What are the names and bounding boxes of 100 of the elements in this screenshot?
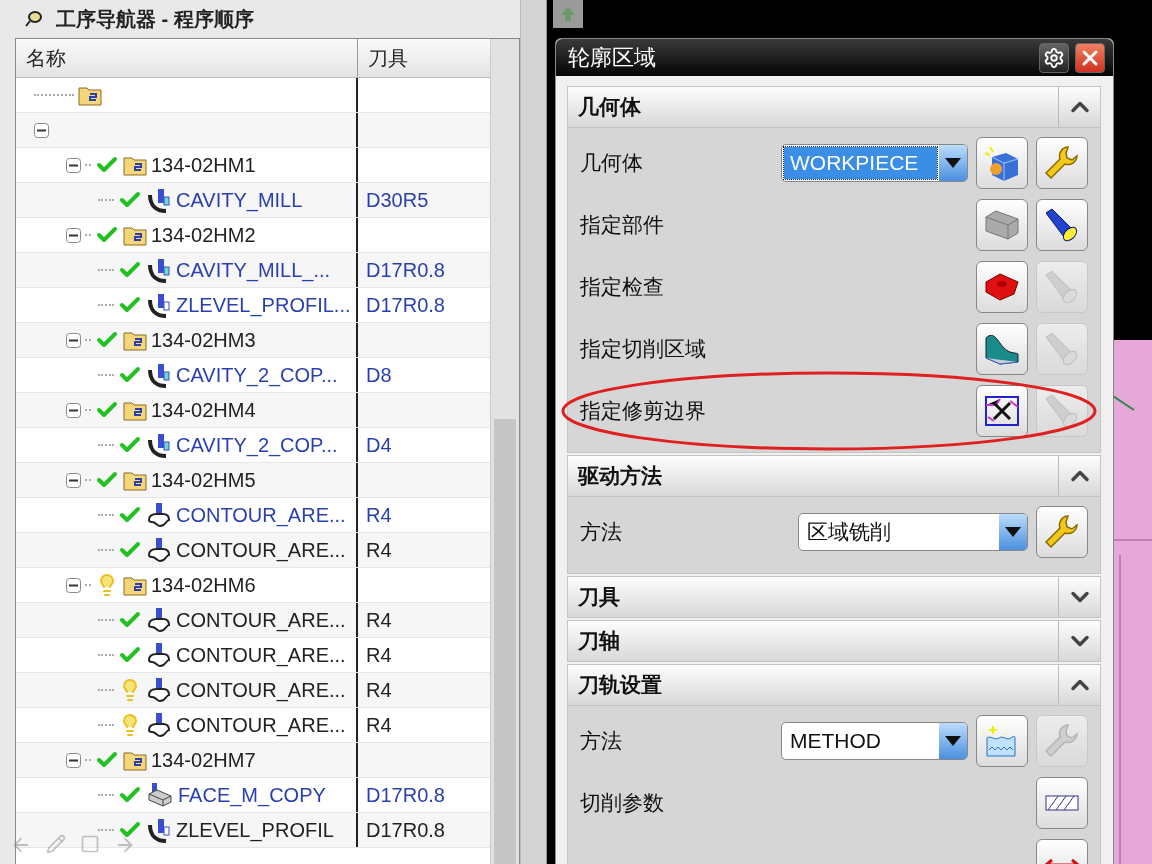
mill-tool-icon <box>146 292 172 318</box>
column-header[interactable]: 刀具 <box>358 39 490 77</box>
section-title: 几何体 <box>577 94 642 120</box>
tool-cell-text: D4 <box>365 432 393 458</box>
settings-button[interactable] <box>1039 42 1069 73</box>
mill-tool-icon <box>146 362 172 388</box>
program-name[interactable]: 134-02HM6 <box>151 573 256 597</box>
field-label: 几何体 <box>580 150 644 176</box>
tool-cell-text: D8 <box>365 362 393 388</box>
scrollbar-thumb[interactable] <box>494 419 516 864</box>
collapse-toggle[interactable] <box>66 577 81 593</box>
operation-name[interactable]: CAVITY_2_COP... <box>176 433 338 457</box>
contour-tool-icon <box>146 502 172 528</box>
folder-icon <box>123 469 147 491</box>
field-label: 指定修剪边界 <box>580 398 707 424</box>
close-button[interactable] <box>1075 42 1105 73</box>
program-name[interactable]: 134-02HM2 <box>151 223 256 247</box>
contour-tool-icon <box>146 712 172 738</box>
tool-button[interactable] <box>976 261 1028 313</box>
panel-title: 工序导航器 - 程序顺序 <box>56 6 254 32</box>
mill-tool-icon <box>146 187 172 213</box>
water-level-icon <box>986 725 1018 757</box>
caret-icon <box>945 158 961 168</box>
tool-cell-text: D17R0.8 <box>365 292 446 318</box>
settings-icon <box>1043 46 1065 69</box>
field-label: 方法 <box>580 728 623 754</box>
field-label: 指定部件 <box>580 212 665 238</box>
operation-name[interactable]: CAVITY_2_COP... <box>176 363 338 387</box>
operation-name[interactable]: ZLEVEL_PROFIL... <box>176 293 351 317</box>
folder-icon <box>123 399 147 421</box>
flashlight-icon <box>1045 394 1079 428</box>
tool-button[interactable] <box>1036 199 1088 251</box>
tool-cell-text: R4 <box>365 607 393 633</box>
tool-button[interactable] <box>976 323 1028 375</box>
contour-tool-icon <box>146 537 172 563</box>
tool-cell-text: D17R0.8 <box>365 782 446 808</box>
flashlight-icon <box>1045 208 1079 242</box>
section-title: 驱动方法 <box>576 463 663 489</box>
boundary-icon <box>985 396 1019 426</box>
mill-tool-icon <box>146 432 172 458</box>
field-label: 指定切削区域 <box>580 336 707 362</box>
tool-cell-text: D17R0.8 <box>365 817 446 843</box>
mill-tool-icon <box>146 257 172 283</box>
tool-cell-text: D17R0.8 <box>365 257 446 283</box>
program-name[interactable]: 134-02HM1 <box>151 153 256 177</box>
dropdown[interactable]: METHOD <box>781 722 968 760</box>
collapse-toggle[interactable] <box>66 472 81 488</box>
contour-tool-icon <box>146 677 172 703</box>
folder-icon <box>123 329 147 351</box>
tool-cell-text: R4 <box>365 677 393 703</box>
contour-tool-icon <box>146 642 172 668</box>
caret-icon <box>1005 527 1021 537</box>
collapse-toggle[interactable] <box>66 332 81 348</box>
operation-name[interactable]: CAVITY_MILL <box>176 188 303 212</box>
section-title: 刀轴 <box>576 628 621 654</box>
operation-name[interactable]: CONTOUR_ARE... <box>176 503 346 527</box>
operation-name[interactable]: CONTOUR_ARE... <box>176 608 346 632</box>
collapse-toggle[interactable] <box>66 402 81 418</box>
surface-icon <box>985 333 1019 365</box>
dialog-title: 轮廓区域 <box>568 43 657 72</box>
contour-tool-icon <box>146 607 172 633</box>
operation-name[interactable]: CONTOUR_ARE... <box>176 643 346 667</box>
tool-cell-text: R4 <box>365 642 393 668</box>
block-icon <box>985 210 1019 240</box>
folder-icon <box>123 224 147 246</box>
section-title: 刀轨设置 <box>576 672 663 698</box>
cube-icon <box>984 145 1020 181</box>
field-label: 切削参数 <box>580 790 665 816</box>
field-label: 指定检查 <box>580 274 665 300</box>
program-name[interactable]: 134-02HM3 <box>151 328 256 352</box>
caret-icon <box>945 736 961 746</box>
tool-cell-text: R4 <box>365 537 393 563</box>
operation-name[interactable]: CONTOUR_ARE... <box>176 538 346 562</box>
collapse-toggle[interactable] <box>66 752 81 768</box>
hatched-block-icon <box>1045 795 1079 811</box>
tool-cell-text: D30R5 <box>365 187 430 213</box>
program-name[interactable]: 134-02HM7 <box>151 748 256 772</box>
wrench-icon <box>1045 146 1079 180</box>
dropdown[interactable]: 区域铣削 <box>798 513 1028 551</box>
operation-name[interactable]: CONTOUR_ARE... <box>176 678 346 702</box>
collapse-toggle[interactable] <box>66 157 81 173</box>
operation-name[interactable]: CONTOUR_ARE... <box>176 713 346 737</box>
tool-cell-text: R4 <box>365 502 393 528</box>
program-name[interactable]: 134-02HM4 <box>151 398 256 422</box>
program-name[interactable]: 134-02HM5 <box>151 468 256 492</box>
tool-button[interactable] <box>976 385 1028 437</box>
column-header[interactable]: 名称 <box>16 39 358 77</box>
operation-name[interactable]: ZLEVEL_PROFIL <box>176 818 334 842</box>
folder-icon <box>123 574 147 596</box>
collapse-toggle[interactable] <box>66 227 81 243</box>
flashlight-icon <box>1045 332 1079 366</box>
flashlight-icon <box>1045 270 1079 304</box>
collapse-toggle[interactable] <box>34 122 49 138</box>
field-label: 方法 <box>580 519 623 545</box>
operation-name[interactable]: FACE_M_COPY <box>178 783 326 807</box>
tool-cell-text: R4 <box>365 712 393 738</box>
folder-icon <box>123 749 147 771</box>
operation-name[interactable]: CAVITY_MILL_... <box>176 258 331 282</box>
check-body-icon <box>985 273 1019 301</box>
face-mill-icon <box>146 782 174 808</box>
